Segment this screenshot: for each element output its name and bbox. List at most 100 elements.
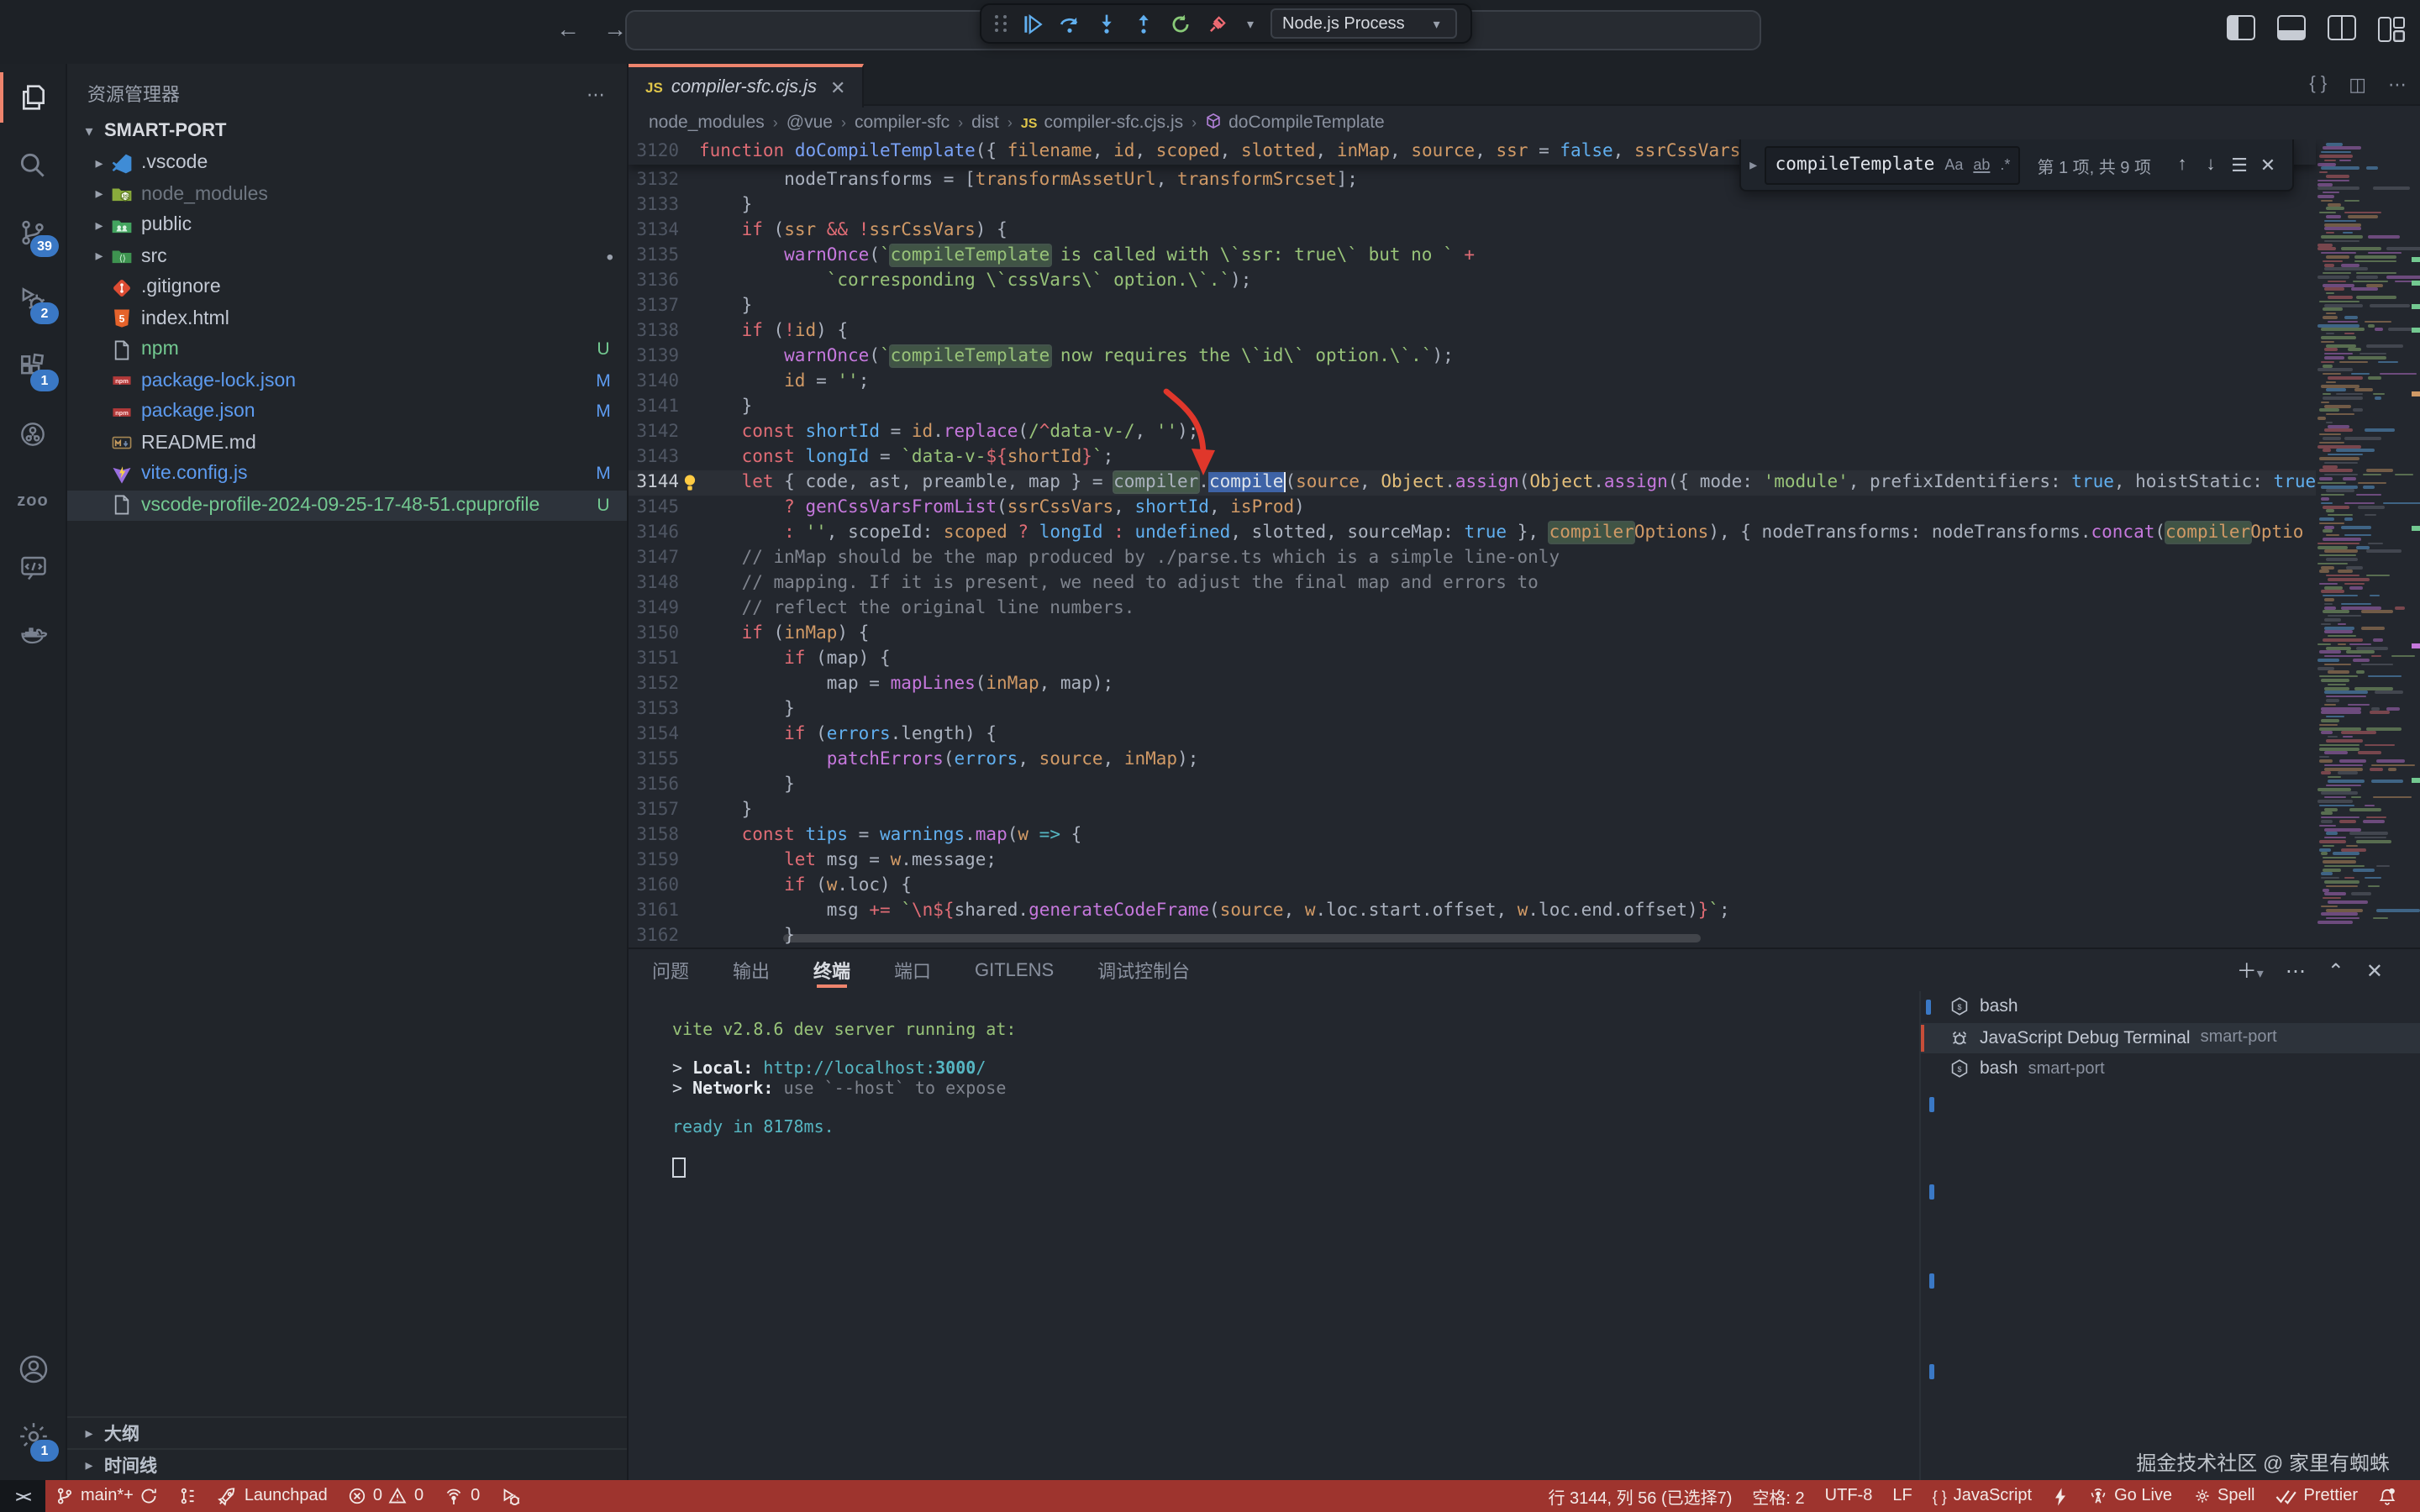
panel-tab-调试控制台[interactable]: 调试控制台 bbox=[1097, 949, 1190, 991]
code-line[interactable]: 3159 let msg = w.message; bbox=[629, 848, 2316, 874]
code-line[interactable]: 3149 // reflect the original line number… bbox=[629, 596, 2316, 622]
chat-activity-icon[interactable] bbox=[0, 534, 66, 601]
explorer-activity-icon[interactable] bbox=[0, 64, 66, 131]
terminal-output[interactable]: vite v2.8.6 dev server running at: > Loc… bbox=[672, 1021, 1016, 1181]
match-case-icon[interactable]: Aa bbox=[1944, 156, 1963, 173]
breadcrumb-item[interactable]: @vue bbox=[786, 113, 833, 133]
new-terminal-icon[interactable]: ＋▾ bbox=[2237, 956, 2264, 984]
status-info-3[interactable]: LF bbox=[1882, 1480, 1922, 1512]
file-row[interactable]: 5index.html bbox=[67, 303, 627, 334]
status-spell[interactable]: Spell bbox=[2182, 1480, 2265, 1512]
code-line[interactable]: 3140 id = ''; bbox=[629, 370, 2316, 395]
whole-word-icon[interactable]: ab bbox=[1973, 156, 1990, 173]
settings-activity-icon[interactable]: 1 bbox=[0, 1403, 66, 1470]
remote-explorer-activity-icon[interactable] bbox=[0, 400, 66, 467]
code-line[interactable]: 3139 warnOnce(`compileTemplate now requi… bbox=[629, 344, 2316, 370]
code-line[interactable]: 3144 let { code, ast, preamble, map } = … bbox=[629, 470, 2316, 496]
file-row[interactable]: ▸.vscode bbox=[67, 148, 627, 179]
close-icon[interactable]: ✕ bbox=[830, 76, 845, 98]
explorer-more-icon[interactable]: ⋯ bbox=[587, 83, 607, 105]
code-line[interactable]: 3135 warnOnce(`compileTemplate is called… bbox=[629, 244, 2316, 269]
code-line[interactable]: 3142 const shortId = id.replace(/^data-v… bbox=[629, 420, 2316, 445]
code-line[interactable]: 3155 patchErrors(errors, source, inMap); bbox=[629, 748, 2316, 773]
toggle-secondary-sidebar-icon[interactable] bbox=[2328, 15, 2356, 40]
code-line[interactable]: 3157 } bbox=[629, 798, 2316, 823]
status-tower[interactable]: Go Live bbox=[2079, 1480, 2182, 1512]
file-row[interactable]: README.md bbox=[67, 428, 627, 459]
status-info-0[interactable]: 行 3144, 列 56 (已选择7) bbox=[1538, 1480, 1742, 1512]
breadcrumb-item[interactable]: doCompileTemplate bbox=[1205, 113, 1385, 133]
status-rocket[interactable]: Launchpad bbox=[208, 1480, 338, 1512]
breadcrumb-item[interactable]: JScompiler-sfc.cjs.js bbox=[1021, 113, 1183, 133]
file-row[interactable]: npmU bbox=[67, 334, 627, 365]
drag-grip-icon[interactable] bbox=[995, 15, 1008, 32]
step-out-icon[interactable] bbox=[1131, 11, 1156, 36]
code-line[interactable]: 3153 } bbox=[629, 697, 2316, 722]
file-row[interactable]: .gitignore bbox=[67, 272, 627, 303]
customize-layout-icon[interactable] bbox=[2378, 17, 2403, 39]
status-error[interactable]: 00 bbox=[338, 1480, 434, 1512]
status-info-2[interactable]: UTF-8 bbox=[1815, 1480, 1883, 1512]
code-line[interactable]: 3143 const longId = `data-v-${shortId}`; bbox=[629, 445, 2316, 470]
disconnect-icon[interactable] bbox=[1205, 11, 1230, 36]
toggle-panel-icon[interactable] bbox=[2277, 15, 2306, 40]
debug-session-select[interactable]: Node.js Process ▾ bbox=[1270, 8, 1457, 39]
minimap[interactable] bbox=[2316, 139, 2410, 948]
code-line[interactable]: 3141 } bbox=[629, 395, 2316, 420]
status-branch[interactable]: main*+ bbox=[45, 1480, 169, 1512]
split-editor-icon[interactable]: ◫ bbox=[2349, 73, 2366, 95]
terminal-list-item[interactable]: $bashsmart-port bbox=[1921, 1053, 2420, 1084]
outline-section[interactable]: ▸ 大纲 bbox=[67, 1416, 627, 1448]
file-row[interactable]: ▸JSnode_modules bbox=[67, 179, 627, 210]
extensions-activity-icon[interactable]: 1 bbox=[0, 333, 66, 400]
source-control-activity-icon[interactable]: 39 bbox=[0, 198, 66, 265]
status-bell[interactable] bbox=[2368, 1480, 2407, 1512]
toggle-sidebar-icon[interactable] bbox=[2227, 15, 2255, 40]
code-line[interactable]: 3158 const tips = warnings.map(w => { bbox=[629, 823, 2316, 848]
code-line[interactable]: 3154 if (errors.length) { bbox=[629, 722, 2316, 748]
horizontal-scrollbar[interactable] bbox=[783, 934, 1701, 942]
braces-action-icon[interactable]: { } bbox=[2309, 74, 2327, 94]
panel-tab-GITLENS[interactable]: GITLENS bbox=[975, 949, 1054, 991]
code-line[interactable]: 3161 msg += `\n${shared.generateCodeFram… bbox=[629, 899, 2316, 924]
file-row[interactable]: vscode-profile-2024-09-25-17-48-51.cpupr… bbox=[67, 490, 627, 521]
code-line[interactable]: 3156 } bbox=[629, 773, 2316, 798]
status-debug-alt[interactable] bbox=[490, 1480, 530, 1512]
status-braces[interactable]: { }JavaScript bbox=[1923, 1480, 2042, 1512]
code-line[interactable]: 3147 // inMap should be the map produced… bbox=[629, 546, 2316, 571]
project-root-row[interactable]: ▾ SMART-PORT bbox=[67, 114, 627, 148]
terminal-list-item[interactable]: $bash bbox=[1921, 991, 2420, 1022]
timeline-section[interactable]: ▸ 时间线 bbox=[67, 1448, 627, 1480]
code-line[interactable]: 3133 } bbox=[629, 193, 2316, 218]
more-actions-icon[interactable]: ⋯ bbox=[2388, 73, 2407, 95]
tab-compiler-sfc[interactable]: JS compiler-sfc.cjs.js ✕ bbox=[629, 64, 864, 108]
find-in-selection-icon[interactable]: ☰ bbox=[2225, 154, 2254, 176]
panel-tab-输出[interactable]: 输出 bbox=[733, 949, 770, 991]
find-next-icon[interactable]: ↓ bbox=[2196, 155, 2225, 175]
terminal-list-item[interactable]: JavaScript Debug Terminalsmart-port bbox=[1921, 1022, 2420, 1053]
file-row[interactable]: ▸public bbox=[67, 210, 627, 241]
panel-tab-终端[interactable]: 终端 bbox=[813, 949, 850, 991]
status-check[interactable]: Prettier bbox=[2265, 1480, 2368, 1512]
find-previous-icon[interactable]: ↑ bbox=[2168, 155, 2196, 175]
file-row[interactable]: vite.config.jsM bbox=[67, 459, 627, 490]
status-info-1[interactable]: 空格: 2 bbox=[1742, 1480, 1814, 1512]
panel-close-icon[interactable]: ✕ bbox=[2366, 958, 2383, 982]
file-row[interactable]: npmpackage.jsonM bbox=[67, 396, 627, 428]
code-line[interactable]: 3148 // mapping. If it is present, we ne… bbox=[629, 571, 2316, 596]
file-row[interactable]: ▸⟨⟩src• bbox=[67, 241, 627, 272]
remote-indicator[interactable]: >< bbox=[0, 1480, 45, 1512]
status-thunder[interactable] bbox=[2042, 1480, 2079, 1512]
account-activity-icon[interactable] bbox=[0, 1336, 66, 1403]
code-line[interactable]: 3138 if (!id) { bbox=[629, 319, 2316, 344]
code-line[interactable]: 3160 if (w.loc) { bbox=[629, 874, 2316, 899]
zoo-activity-icon[interactable]: zoo bbox=[0, 467, 66, 534]
code-line[interactable]: 3151 if (map) { bbox=[629, 647, 2316, 672]
status-compare[interactable] bbox=[169, 1480, 208, 1512]
restart-icon[interactable] bbox=[1168, 11, 1193, 36]
find-expand-icon[interactable]: ▸ bbox=[1742, 155, 1765, 174]
breadcrumb-item[interactable]: dist bbox=[971, 113, 999, 133]
panel-tab-端口[interactable]: 端口 bbox=[894, 949, 931, 991]
step-into-icon[interactable] bbox=[1094, 11, 1119, 36]
find-input[interactable]: compileTemplate Aa ab .* bbox=[1765, 145, 2021, 184]
